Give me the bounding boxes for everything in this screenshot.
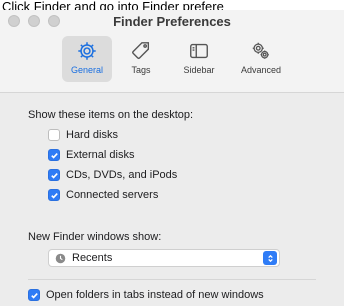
cds-dvds-ipods-checkbox-row[interactable]: CDs, DVDs, and iPods bbox=[48, 169, 177, 181]
tab-sidebar[interactable]: Sidebar bbox=[170, 36, 228, 82]
open-in-tabs-checkbox[interactable] bbox=[28, 289, 40, 301]
cds-dvds-ipods-checkbox[interactable] bbox=[48, 169, 60, 181]
gear-icon bbox=[78, 42, 96, 60]
chevron-updown-icon[interactable] bbox=[263, 251, 277, 265]
tab-label: Tags bbox=[131, 65, 151, 75]
finder-preferences-window: Finder Preferences General Tags Sidebar … bbox=[0, 10, 344, 306]
external-disks-checkbox-row[interactable]: External disks bbox=[48, 149, 134, 161]
select-value: Recents bbox=[72, 252, 113, 264]
checkbox-label: Hard disks bbox=[66, 129, 118, 141]
window-title: Finder Preferences bbox=[113, 14, 231, 29]
new-windows-heading: New Finder windows show: bbox=[28, 231, 162, 243]
sidebar-icon bbox=[190, 43, 208, 59]
tab-label: General bbox=[70, 65, 104, 75]
open-in-tabs-checkbox-row[interactable]: Open folders in tabs instead of new wind… bbox=[28, 289, 264, 301]
external-disks-checkbox[interactable] bbox=[48, 149, 60, 161]
checkmark-icon bbox=[30, 292, 38, 299]
connected-servers-checkbox-row[interactable]: Connected servers bbox=[48, 189, 158, 201]
checkbox-label: Open folders in tabs instead of new wind… bbox=[46, 289, 264, 301]
tab-tags[interactable]: Tags bbox=[116, 36, 166, 82]
section-divider bbox=[28, 279, 316, 280]
checkmark-icon bbox=[50, 192, 58, 199]
hard-disks-checkbox-row[interactable]: Hard disks bbox=[48, 129, 118, 141]
checkbox-label: CDs, DVDs, and iPods bbox=[66, 169, 178, 181]
tab-label: Sidebar bbox=[183, 65, 215, 75]
tab-advanced[interactable]: Advanced bbox=[232, 36, 290, 82]
checkbox-label: External disks bbox=[66, 149, 135, 161]
tab-general[interactable]: General bbox=[62, 36, 112, 82]
preferences-tabs: General Tags Sidebar Advanced bbox=[62, 36, 290, 82]
gears-icon bbox=[252, 42, 269, 59]
clock-icon bbox=[55, 253, 66, 263]
desktop-items-heading: Show these items on the desktop: bbox=[28, 109, 194, 121]
hard-disks-checkbox[interactable] bbox=[48, 129, 60, 141]
tag-icon bbox=[132, 42, 150, 59]
checkbox-label: Connected servers bbox=[66, 189, 159, 201]
checkmark-icon bbox=[50, 172, 58, 179]
checkmark-icon bbox=[50, 152, 58, 159]
new-windows-select[interactable]: Recents bbox=[48, 249, 280, 267]
titlebar: Finder Preferences General Tags Sidebar … bbox=[0, 10, 344, 93]
tab-label: Advanced bbox=[240, 65, 282, 75]
connected-servers-checkbox[interactable] bbox=[48, 189, 60, 201]
